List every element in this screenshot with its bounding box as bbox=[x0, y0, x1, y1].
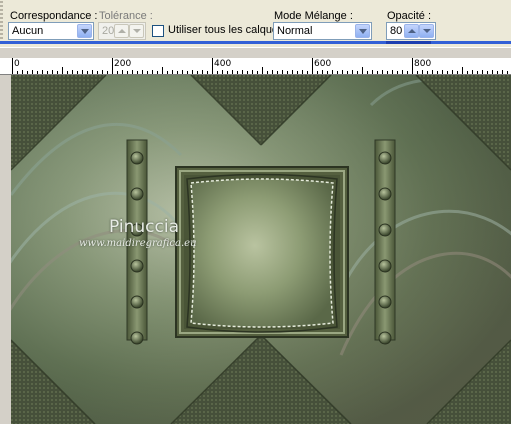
blend-mode-select[interactable]: Normal bbox=[273, 22, 372, 40]
rivet bbox=[378, 223, 392, 237]
ruler-label-400: 400 bbox=[214, 59, 232, 69]
all-layers-checkbox[interactable] bbox=[152, 25, 164, 37]
correspondance-select[interactable]: Aucun bbox=[8, 22, 94, 40]
vertical-ruler[interactable] bbox=[0, 75, 11, 424]
rivet bbox=[130, 151, 144, 165]
rivet bbox=[130, 259, 144, 273]
tolerance-spinbox[interactable]: 20 bbox=[98, 22, 146, 40]
rivet bbox=[378, 187, 392, 201]
rivet bbox=[130, 295, 144, 309]
ruler-ticks bbox=[12, 58, 508, 74]
opacity-value: 80 bbox=[390, 25, 403, 37]
rivet bbox=[378, 259, 392, 273]
ruler-label-800: 800 bbox=[414, 59, 432, 69]
horizontal-ruler[interactable]: 0 200 400 600 800 bbox=[0, 58, 511, 75]
ruler-label-200: 200 bbox=[114, 59, 132, 69]
ruler-label-600: 600 bbox=[314, 59, 332, 69]
spin-up-icon[interactable] bbox=[114, 24, 129, 38]
blend-mode-label: Mode Mélange : bbox=[274, 10, 353, 22]
ruler-label-0: 0 bbox=[14, 59, 20, 69]
rivet bbox=[378, 295, 392, 309]
opacity-slider[interactable] bbox=[386, 41, 431, 44]
correspondance-label: Correspondance : bbox=[10, 10, 98, 22]
toolbar-grip[interactable] bbox=[0, 1, 3, 43]
opacity-spinbox[interactable]: 80 bbox=[386, 22, 436, 40]
watermark-title: Pinuccia bbox=[109, 217, 179, 237]
spin-down-icon[interactable] bbox=[419, 24, 434, 38]
toolbar-divider bbox=[0, 41, 511, 44]
watermark-url: www.maidiregrafica.eu bbox=[79, 238, 197, 249]
blend-mode-value: Normal bbox=[277, 25, 313, 37]
spin-down-icon[interactable] bbox=[129, 24, 144, 38]
spin-up-icon[interactable] bbox=[404, 24, 419, 38]
all-layers-label: Utiliser tous les calques bbox=[168, 24, 284, 36]
rivet bbox=[378, 151, 392, 165]
correspondance-value: Aucun bbox=[12, 25, 44, 37]
artwork bbox=[11, 75, 511, 424]
chevron-down-icon[interactable] bbox=[77, 24, 92, 38]
rivet bbox=[130, 187, 144, 201]
image-canvas[interactable]: Pinuccia www.maidiregrafica.eu bbox=[11, 75, 511, 424]
chevron-down-icon[interactable] bbox=[355, 24, 370, 38]
tool-options-bar: Correspondance : Aucun Tolérance : 20 Ut… bbox=[0, 0, 511, 47]
rivet bbox=[130, 331, 144, 345]
tolerance-value: 20 bbox=[102, 25, 115, 37]
opacity-label: Opacité : bbox=[387, 10, 432, 22]
tolerance-label: Tolérance : bbox=[99, 10, 153, 22]
rivet bbox=[378, 331, 392, 345]
